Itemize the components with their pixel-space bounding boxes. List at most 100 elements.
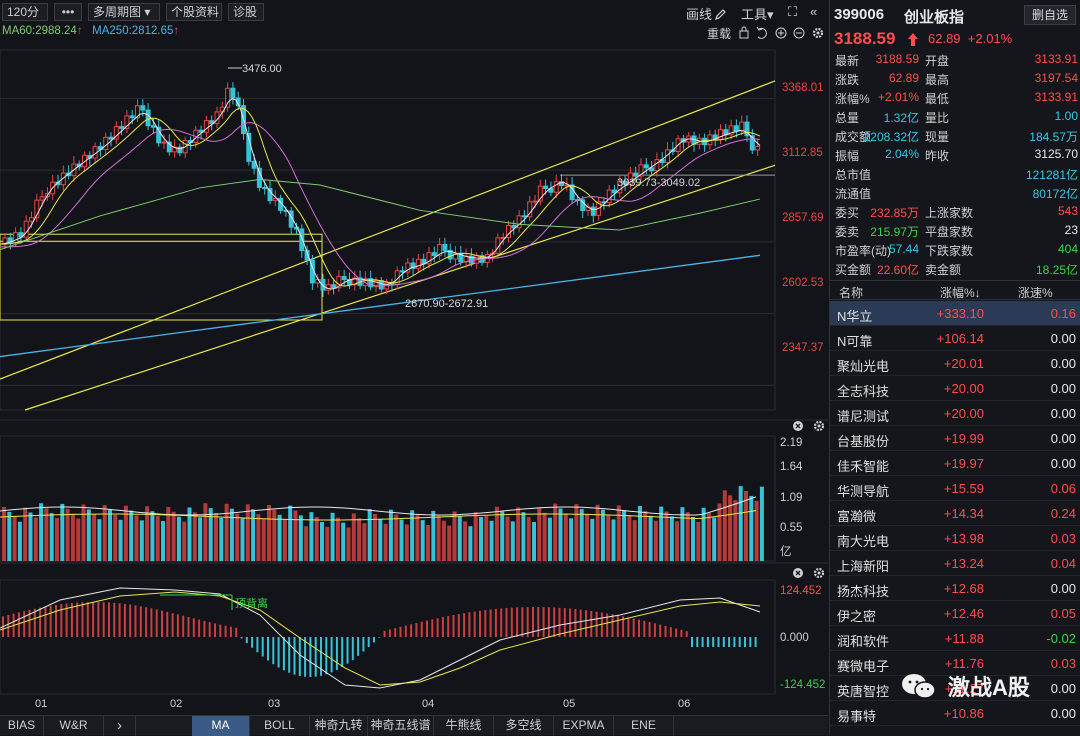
list-item[interactable]: 南大光电 +13.98 0.03 <box>830 526 1080 551</box>
list-item[interactable]: 台基股份 +19.99 0.00 <box>830 426 1080 451</box>
volume-bar <box>108 510 112 561</box>
plus-icon[interactable] <box>775 27 787 39</box>
remove-watchlist-button[interactable]: 删自选 <box>1024 5 1076 25</box>
list-cell: +20.00 <box>943 381 984 396</box>
quote-cell: 543 <box>1057 204 1078 218</box>
period-selector[interactable]: 120分 <box>2 3 48 21</box>
list-cell: +12.68 <box>943 581 984 596</box>
draw-line-label: 画线 <box>686 7 713 22</box>
volume-bar <box>675 521 680 561</box>
tab-ma[interactable]: MA <box>192 716 250 736</box>
volume-bar <box>669 516 674 561</box>
volume-bar <box>277 514 282 561</box>
tab-ene[interactable]: ENE <box>614 716 674 736</box>
low-zone-label: 2670.90-2672.91 <box>405 298 488 310</box>
list-item[interactable]: 易事特 +10.86 0.00 <box>830 701 1080 726</box>
close-icon[interactable] <box>793 568 803 578</box>
tab-wr[interactable]: W&R <box>44 716 104 736</box>
minus-icon[interactable] <box>793 27 805 39</box>
tab-bull-bear[interactable]: 牛熊线 <box>434 716 494 736</box>
volume-bar <box>744 491 748 561</box>
list-item[interactable]: 佳禾智能 +19.97 0.00 <box>830 451 1080 476</box>
candle-body <box>129 115 135 119</box>
gear-icon[interactable] <box>813 420 825 432</box>
tab-boll[interactable]: BOLL <box>250 716 310 736</box>
month-label: 04 <box>422 698 435 710</box>
list-item[interactable]: 上海新阳 +13.24 0.04 <box>830 551 1080 576</box>
volume-bar <box>219 517 224 561</box>
list-cell: +333.10 <box>936 306 984 321</box>
gear-icon[interactable] <box>813 567 825 579</box>
list-item[interactable]: 富瀚微 +14.34 0.24 <box>830 501 1080 526</box>
list-item[interactable]: N华立 +333.10 0.16 <box>830 301 1080 326</box>
volume-bar <box>373 514 377 561</box>
collapse-icon[interactable]: « <box>810 4 817 19</box>
list-cell: +12.46 <box>943 606 984 621</box>
quote-row: 最新 3188.59 开盘 3133.91 <box>830 50 1080 69</box>
quote-cell: 最低 <box>925 92 950 106</box>
col-pct[interactable]: 涨幅%↓ <box>940 284 981 301</box>
volume-bar <box>129 510 134 561</box>
tab-magic-nine[interactable]: 神奇九转 <box>310 716 368 736</box>
volume-bar <box>415 515 420 561</box>
index-code: 399006 <box>834 6 885 23</box>
list-item[interactable]: 聚灿光电 +20.01 0.00 <box>830 351 1080 376</box>
list-cell: +11.88 <box>944 631 984 646</box>
list-item[interactable]: N可靠 +106.14 0.00 <box>830 326 1080 351</box>
price-axis-label: 3112.85 <box>782 147 823 159</box>
list-item[interactable]: 全志科技 +20.00 0.00 <box>830 376 1080 401</box>
range-box <box>0 233 323 321</box>
up-arrow-icon <box>908 33 918 46</box>
volume-bar <box>267 505 271 561</box>
tools-menu[interactable]: 工具▾ <box>741 4 774 23</box>
kline-chart[interactable]: 顶背离 3476.00 2670.90-2672.91 3039.73-3049.0… <box>0 40 828 700</box>
candle-body <box>755 145 761 151</box>
tab-long-short[interactable]: 多空线 <box>494 716 554 736</box>
volume-bar <box>399 519 404 561</box>
list-cell: +20.01 <box>943 356 984 371</box>
candle-body <box>543 185 549 189</box>
multi-period-button[interactable]: 多周期图 ▾ <box>88 3 160 21</box>
draw-line-button[interactable]: 画线 <box>686 4 727 23</box>
list-item[interactable]: 华测导航 +15.59 0.06 <box>830 476 1080 501</box>
quote-cell: 2208.32亿 <box>863 130 919 144</box>
tab-magic-five[interactable]: 神奇五线谱 <box>368 716 434 736</box>
stock-info-button[interactable]: 个股资料 <box>166 3 222 21</box>
tab-expma[interactable]: EXPMA <box>554 716 614 736</box>
gear-icon[interactable] <box>812 27 824 39</box>
candle-body <box>532 200 538 203</box>
quote-cell: 委买 <box>835 206 860 220</box>
volume-bar <box>685 512 690 561</box>
chevron-right-icon[interactable]: › <box>104 716 136 736</box>
volume-bar <box>627 515 632 561</box>
close-icon[interactable] <box>793 421 803 431</box>
watermark-text: 激战A股 <box>948 675 1030 700</box>
fullscreen-icon[interactable]: ⛶ <box>788 4 797 20</box>
volume-bar <box>378 518 383 561</box>
list-item[interactable]: 润和软件 +11.88 -0.02 <box>830 626 1080 651</box>
quote-row: 流通值 80172亿 <box>830 183 1080 202</box>
candle-body <box>431 252 437 257</box>
list-item[interactable]: 伊之密 +12.46 0.05 <box>830 601 1080 626</box>
list-cell: 富瀚微 <box>837 509 877 524</box>
volume-bar <box>325 526 330 561</box>
col-name[interactable]: 名称 <box>839 284 863 301</box>
quote-cell: 开盘 <box>925 54 950 68</box>
volume-bar <box>182 521 187 561</box>
quote-cell: 总市值 <box>835 168 872 182</box>
list-item[interactable]: 扬杰科技 +12.68 0.00 <box>830 576 1080 601</box>
tab-bias[interactable]: BIAS <box>0 716 44 736</box>
volume-bar <box>261 519 266 561</box>
list-item[interactable]: 谱尼测试 +20.00 0.00 <box>830 401 1080 426</box>
volume-bar <box>447 525 452 561</box>
volume-bar <box>749 495 754 561</box>
undo-icon[interactable] <box>756 26 767 39</box>
list-cell: 聚灿光电 <box>837 359 890 374</box>
volume-bar <box>198 517 203 561</box>
more-button[interactable]: ••• <box>54 3 82 21</box>
diagnose-button[interactable]: 诊股 <box>228 3 264 21</box>
volume-bar <box>579 509 584 561</box>
col-speed[interactable]: 涨速% <box>1018 284 1053 301</box>
quote-cell: 215.97万 <box>870 225 919 239</box>
lock-icon[interactable] <box>739 26 749 39</box>
